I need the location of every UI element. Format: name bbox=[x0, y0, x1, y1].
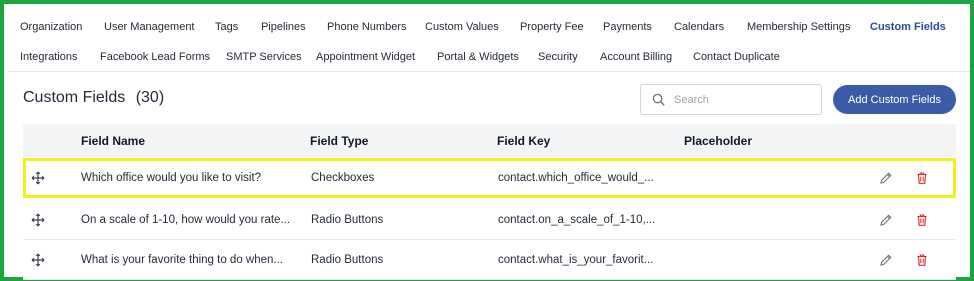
tab-calendars[interactable]: Calendars bbox=[674, 21, 724, 33]
tab-user-management[interactable]: User Management bbox=[104, 21, 195, 33]
pencil-icon[interactable] bbox=[879, 171, 893, 185]
field-type-cell: Checkboxes bbox=[311, 172, 375, 184]
page-title-text: Custom Fields bbox=[23, 89, 126, 106]
search-input[interactable] bbox=[674, 93, 814, 106]
search-box[interactable] bbox=[640, 84, 822, 115]
tab-contact-duplicate[interactable]: Contact Duplicate bbox=[693, 51, 780, 63]
tab-membership-settings[interactable]: Membership Settings bbox=[747, 21, 850, 33]
column-field-key[interactable]: Field Key bbox=[497, 134, 550, 148]
tab-custom-values[interactable]: Custom Values bbox=[425, 21, 499, 33]
field-key-cell: contact.which_office_would_... bbox=[498, 172, 654, 184]
field-type-cell: Radio Buttons bbox=[311, 253, 384, 266]
field-name-cell: On a scale of 1-10, how would you rate..… bbox=[81, 213, 291, 226]
tab-integrations[interactable]: Integrations bbox=[20, 51, 77, 63]
field-key-cell: contact.on_a_scale_of_1-10,... bbox=[498, 213, 656, 226]
drag-move-icon[interactable] bbox=[31, 171, 45, 185]
page-title: Custom Fields (30) bbox=[23, 89, 164, 107]
table-row[interactable]: What is your favorite thing to do when..… bbox=[23, 240, 956, 280]
tab-security[interactable]: Security bbox=[538, 51, 578, 63]
column-field-type[interactable]: Field Type bbox=[310, 134, 368, 148]
table-header: Field Name Field Type Field Key Placehol… bbox=[23, 124, 956, 157]
drag-move-icon[interactable] bbox=[31, 213, 45, 227]
drag-move-icon[interactable] bbox=[31, 253, 45, 267]
table-row[interactable]: On a scale of 1-10, how would you rate..… bbox=[23, 200, 956, 240]
tab-organization[interactable]: Organization bbox=[20, 21, 82, 33]
tab-pipelines[interactable]: Pipelines bbox=[261, 21, 306, 33]
tab-portal-widgets[interactable]: Portal & Widgets bbox=[437, 51, 519, 63]
settings-nav: Organization User Management Tags Pipeli… bbox=[8, 8, 970, 72]
tab-phone-numbers[interactable]: Phone Numbers bbox=[327, 21, 407, 33]
tab-payments[interactable]: Payments bbox=[603, 21, 652, 33]
search-icon bbox=[652, 93, 666, 107]
nav-row-1: Organization User Management Tags Pipeli… bbox=[8, 12, 970, 42]
column-placeholder[interactable]: Placeholder bbox=[684, 134, 752, 148]
tab-custom-fields[interactable]: Custom Fields bbox=[870, 21, 946, 33]
tab-facebook-lead-forms[interactable]: Facebook Lead Forms bbox=[100, 51, 210, 63]
pencil-icon[interactable] bbox=[879, 253, 893, 267]
field-type-cell: Radio Buttons bbox=[311, 213, 384, 226]
field-count: (30) bbox=[135, 89, 165, 106]
column-field-name[interactable]: Field Name bbox=[81, 134, 145, 148]
field-name-cell: What is your favorite thing to do when..… bbox=[81, 253, 283, 266]
pencil-icon[interactable] bbox=[879, 213, 893, 227]
app-frame: Organization User Management Tags Pipeli… bbox=[0, 0, 974, 281]
trash-icon[interactable] bbox=[915, 213, 929, 227]
nav-row-2: Integrations Facebook Lead Forms SMTP Se… bbox=[8, 42, 970, 72]
field-name-cell: Which office would you like to visit? bbox=[81, 172, 262, 184]
table-row[interactable]: Which office would you like to visit? Ch… bbox=[23, 158, 956, 198]
add-custom-fields-button[interactable]: Add Custom Fields bbox=[833, 85, 956, 114]
tab-property-fee[interactable]: Property Fee bbox=[520, 21, 584, 33]
tab-appointment-widget[interactable]: Appointment Widget bbox=[316, 51, 415, 63]
trash-icon[interactable] bbox=[915, 171, 929, 185]
tab-tags[interactable]: Tags bbox=[215, 21, 238, 33]
trash-icon[interactable] bbox=[915, 253, 929, 267]
tab-smtp-services[interactable]: SMTP Services bbox=[226, 51, 302, 63]
tab-account-billing[interactable]: Account Billing bbox=[600, 51, 672, 63]
field-key-cell: contact.what_is_your_favorit... bbox=[498, 253, 654, 266]
